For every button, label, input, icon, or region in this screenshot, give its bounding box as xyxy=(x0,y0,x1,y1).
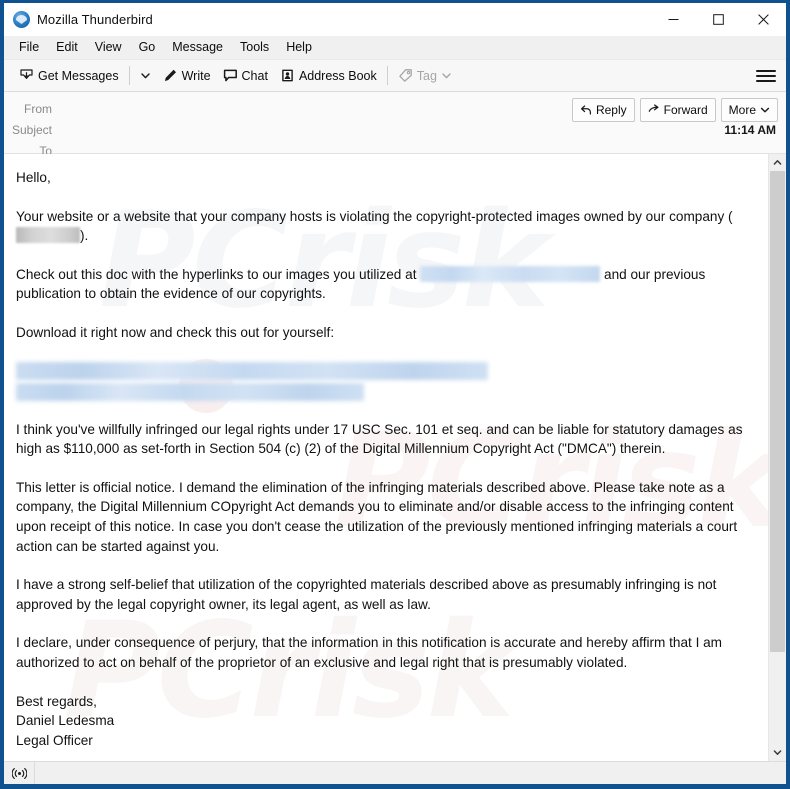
menu-label-edit: Edit xyxy=(56,40,78,54)
body-paragraph-6: I have a strong self-belief that utiliza… xyxy=(16,577,717,612)
tag-icon xyxy=(398,68,413,83)
menu-label-view: View xyxy=(94,40,122,54)
more-label: More xyxy=(728,103,756,117)
p1-text-after: ). xyxy=(80,228,89,244)
more-button[interactable]: More xyxy=(720,98,778,122)
get-messages-dropdown[interactable] xyxy=(134,64,157,88)
chevron-down-icon xyxy=(441,70,452,81)
reply-button[interactable]: Reply xyxy=(571,98,635,122)
signature-block: Best regards, Daniel Ledesma Legal Offic… xyxy=(16,692,750,751)
write-label: Write xyxy=(181,68,211,83)
reply-arrow-icon xyxy=(580,104,592,116)
status-bar xyxy=(4,761,786,784)
message-body-area: PCrisk PCrisk PCrisk Hello, Your website… xyxy=(4,154,786,761)
chat-label: Chat xyxy=(241,68,268,83)
body-paragraph-7: I declare, under consequence of perjury,… xyxy=(16,635,723,670)
chevron-down-icon xyxy=(760,105,770,115)
chat-button[interactable]: Chat xyxy=(217,64,274,88)
close-icon[interactable] xyxy=(741,4,786,35)
menu-item-tools[interactable]: Tools xyxy=(232,39,278,56)
chevron-up-icon[interactable] xyxy=(769,154,786,171)
header-row-subject: Subject xyxy=(4,119,786,140)
menu-item-file[interactable]: File xyxy=(11,39,48,56)
body-paragraph-4: I think you've willfully infringed our l… xyxy=(16,421,743,457)
address-book-label: Address Book xyxy=(298,68,377,83)
thunderbird-window: Mozilla Thunderbird File Edit View Go Me… xyxy=(0,0,790,789)
link-block-line-2 xyxy=(16,382,364,401)
chevron-down-icon[interactable] xyxy=(769,744,786,761)
sender-name: Daniel Ledesma xyxy=(16,713,115,729)
get-messages-label: Get Messages xyxy=(38,68,119,83)
body-greeting: Hello, xyxy=(16,170,51,185)
body-paragraph-1: Your website or a website that your comp… xyxy=(16,207,750,246)
address-book-button[interactable]: Address Book xyxy=(274,64,383,88)
message-actions: Reply Forward More xyxy=(571,98,778,122)
sender-title: Legal Officer xyxy=(16,732,93,748)
scrollbar-track[interactable] xyxy=(769,171,786,744)
write-button[interactable]: Write xyxy=(157,64,217,88)
tag-label: Tag xyxy=(416,68,437,83)
menu-item-message[interactable]: Message xyxy=(164,39,232,56)
message-header: From Subject To Reply Forward More 11:14… xyxy=(4,92,786,158)
menu-label-file: File xyxy=(19,40,40,54)
scroll-thumb[interactable] xyxy=(770,171,785,653)
maximize-icon[interactable] xyxy=(696,4,741,35)
address-book-icon xyxy=(280,68,295,83)
toolbar-separator-1 xyxy=(128,66,130,85)
window-title: Mozilla Thunderbird xyxy=(37,12,153,27)
body-paragraph-3: Download it right now and check this out… xyxy=(16,324,335,340)
reply-label: Reply xyxy=(595,103,627,117)
thunderbird-logo-icon xyxy=(13,11,30,28)
menu-item-help[interactable]: Help xyxy=(278,39,321,56)
menu-item-go[interactable]: Go xyxy=(131,39,165,56)
message-body: PCrisk PCrisk PCrisk Hello, Your website… xyxy=(4,154,768,761)
from-label: From xyxy=(24,101,52,116)
forward-label: Forward xyxy=(663,103,708,117)
menu-bar: File Edit View Go Message Tools Help xyxy=(4,36,786,60)
message-time: 11:14 AM xyxy=(724,123,776,137)
body-paragraph-5: This letter is official notice. I demand… xyxy=(16,479,738,554)
get-messages-button[interactable]: Get Messages xyxy=(13,64,125,88)
menu-item-edit[interactable]: Edit xyxy=(48,39,87,56)
p1-text-before: Your website or a website that your comp… xyxy=(16,208,733,224)
tag-button[interactable]: Tag xyxy=(392,64,458,88)
menu-label-go: Go xyxy=(138,40,156,54)
sign-off: Best regards, xyxy=(16,693,97,709)
redacted-blue-link-block[interactable] xyxy=(16,361,750,401)
minimize-icon[interactable] xyxy=(651,4,696,35)
chevron-down-icon xyxy=(140,70,151,81)
p2-text-before: Check out this doc with the hyperlinks t… xyxy=(16,266,417,282)
subject-label: Subject xyxy=(11,122,52,137)
pencil-icon xyxy=(163,68,178,83)
hamburger-menu-icon[interactable] xyxy=(756,69,776,82)
menu-label-help: Help xyxy=(286,40,312,54)
inbox-download-icon xyxy=(19,68,34,83)
forward-button[interactable]: Forward xyxy=(639,98,716,122)
main-toolbar: Get Messages Write Chat Address Book Tag xyxy=(4,60,786,92)
body-paragraph-2: Check out this doc with the hyperlinks t… xyxy=(16,265,750,304)
menu-label-tools: Tools xyxy=(240,40,270,54)
window-controls xyxy=(651,3,786,36)
toolbar-separator-2 xyxy=(386,66,388,85)
title-bar: Mozilla Thunderbird xyxy=(4,3,786,36)
menu-label-message: Message xyxy=(172,40,223,54)
broadcast-icon[interactable] xyxy=(4,762,35,784)
redacted-gray-block xyxy=(16,227,80,244)
redacted-blue-block[interactable] xyxy=(420,265,601,282)
link-block-line-1 xyxy=(16,361,488,380)
forward-arrow-icon xyxy=(648,104,660,116)
speech-bubble-icon xyxy=(223,68,238,83)
menu-item-view[interactable]: View xyxy=(87,39,131,56)
message-scrollbar[interactable] xyxy=(768,154,786,761)
